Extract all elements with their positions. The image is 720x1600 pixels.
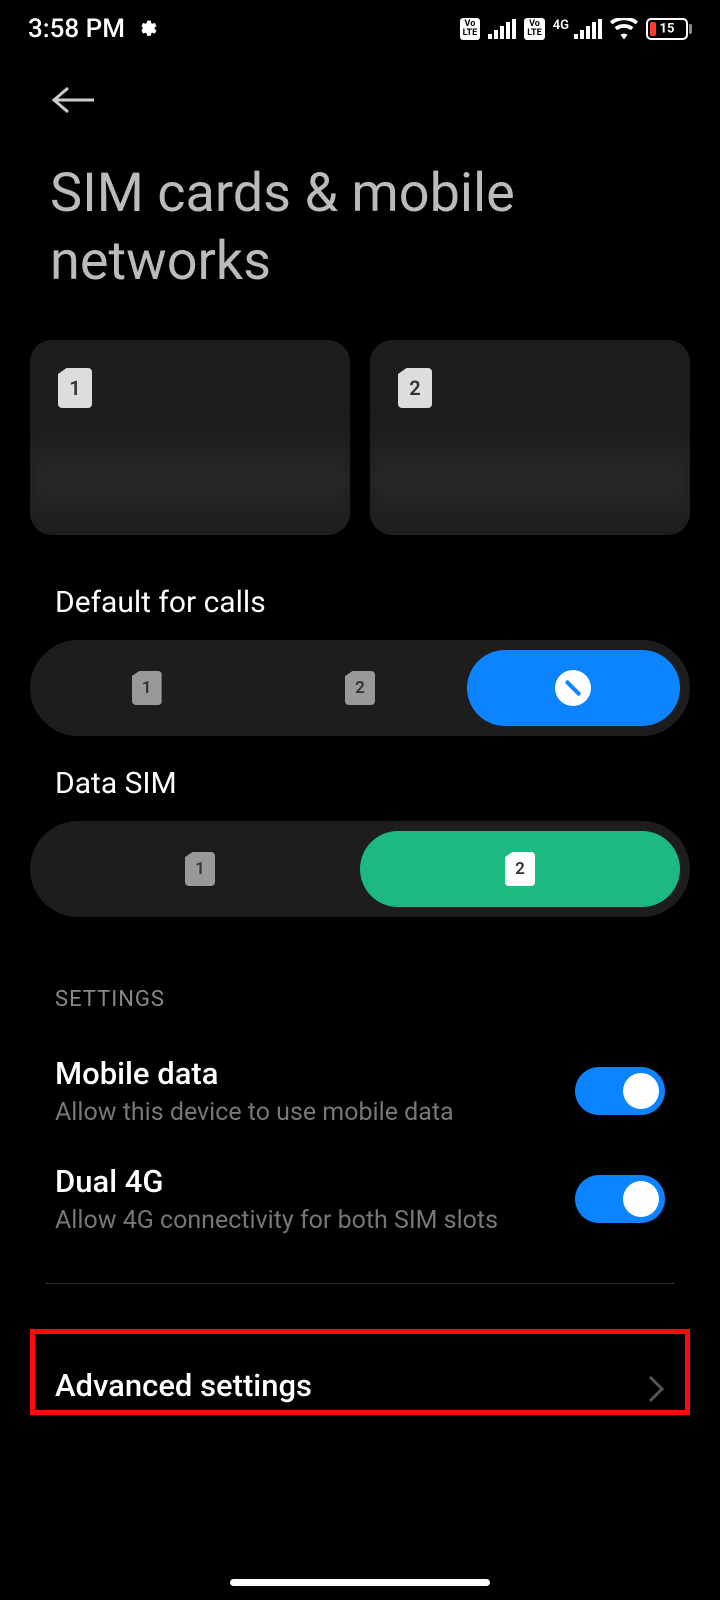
mobile-data-title: Mobile data — [55, 1055, 575, 1092]
data-sim-label: Data SIM — [0, 736, 720, 821]
settings-section-header: SETTINGS — [0, 917, 720, 1037]
calls-option-sim1[interactable]: 1 — [40, 650, 253, 726]
page-title: SIM cards & mobile networks — [0, 140, 720, 325]
mobile-data-subtitle: Allow this device to use mobile data — [55, 1098, 575, 1127]
dual-4g-title: Dual 4G — [55, 1163, 575, 1200]
signal-icon-2 — [574, 19, 602, 39]
network-type: 4G — [553, 18, 569, 33]
home-indicator[interactable] — [230, 1579, 490, 1586]
sim-card-2[interactable]: 2 — [370, 340, 690, 535]
default-calls-label: Default for calls — [0, 555, 720, 640]
mobile-data-toggle[interactable] — [575, 1067, 665, 1115]
default-calls-selector: 1 2 — [30, 640, 690, 736]
sim-icon-2: 2 — [398, 368, 432, 408]
dual-4g-subtitle: Allow 4G connectivity for both SIM slots — [55, 1206, 575, 1235]
deny-icon — [555, 670, 591, 706]
data-option-sim2[interactable]: 2 — [360, 831, 680, 907]
mobile-data-row[interactable]: Mobile data Allow this device to use mob… — [0, 1037, 720, 1145]
back-button[interactable] — [0, 54, 720, 140]
dual-4g-row[interactable]: Dual 4G Allow 4G connectivity for both S… — [0, 1145, 720, 1253]
volte-icon-2: VoLTE — [524, 18, 545, 40]
sim-info-blurred — [370, 425, 690, 535]
calls-option-none[interactable] — [467, 650, 680, 726]
data-sim-selector: 1 2 — [30, 821, 690, 917]
settings-icon — [135, 18, 157, 40]
signal-icon — [488, 19, 516, 39]
sim-icon-1: 1 — [58, 368, 92, 408]
sim-card-1[interactable]: 1 — [30, 340, 350, 535]
volte-icon: VoLTE — [460, 18, 481, 40]
highlight-annotation — [30, 1329, 690, 1415]
dual-4g-toggle[interactable] — [575, 1175, 665, 1223]
data-option-sim1[interactable]: 1 — [40, 831, 360, 907]
status-bar: 3:58 PM VoLTE VoLTE 4G 15 — [0, 0, 720, 54]
calls-option-sim2[interactable]: 2 — [253, 650, 466, 726]
wifi-icon — [610, 18, 638, 40]
battery-icon: 15 — [646, 18, 692, 40]
sim-info-blurred — [30, 425, 350, 535]
status-time: 3:58 PM — [28, 14, 125, 44]
advanced-settings-row[interactable]: Advanced settings — [0, 1329, 720, 1440]
status-icons: VoLTE VoLTE 4G 15 — [460, 18, 692, 40]
divider — [45, 1283, 675, 1284]
